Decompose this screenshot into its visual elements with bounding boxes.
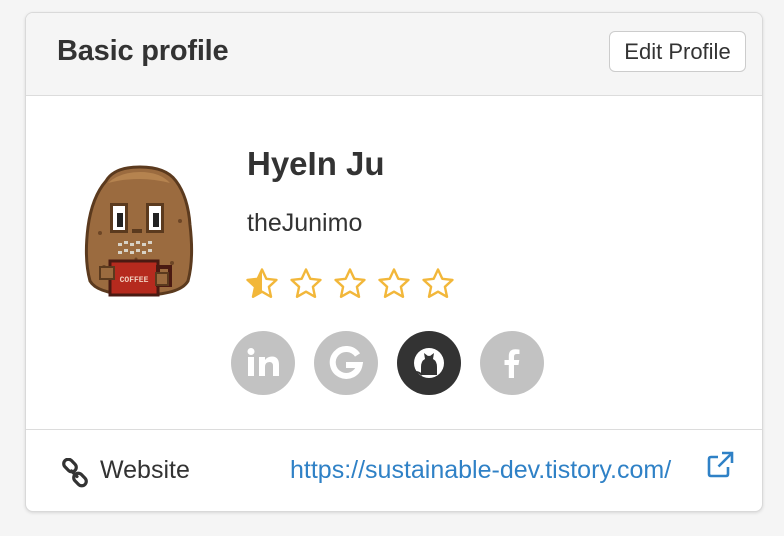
star-icon	[246, 268, 278, 298]
github-button[interactable]	[397, 331, 461, 395]
facebook-icon	[504, 349, 520, 378]
website-row: Website https://sustainable-dev.tistory.…	[26, 429, 762, 511]
linkedin-button[interactable]	[231, 331, 295, 395]
external-link-icon[interactable]	[705, 450, 735, 480]
edit-profile-button[interactable]: Edit Profile	[609, 31, 746, 72]
avatar-mug-text: COFFEE	[120, 276, 149, 285]
github-icon	[414, 348, 444, 378]
card-title: Basic profile	[57, 35, 229, 67]
star-icon	[290, 268, 322, 298]
profile-card: Basic profile Edit Profile COFFEE HyeIn …	[25, 12, 763, 512]
google-icon	[329, 346, 364, 379]
avatar: COFFEE	[84, 165, 194, 297]
star-icon	[422, 268, 454, 298]
link-icon	[62, 458, 88, 488]
star-icon	[378, 268, 410, 298]
website-link[interactable]: https://sustainable-dev.tistory.com/	[290, 456, 700, 485]
profile-username: theJunimo	[247, 209, 363, 237]
card-header: Basic profile Edit Profile	[26, 13, 762, 96]
star-icon	[334, 268, 366, 298]
profile-name: HyeIn Ju	[247, 145, 385, 182]
facebook-button[interactable]	[480, 331, 544, 395]
website-label: Website	[100, 456, 190, 484]
linkedin-icon	[247, 348, 279, 376]
google-button[interactable]	[314, 331, 378, 395]
